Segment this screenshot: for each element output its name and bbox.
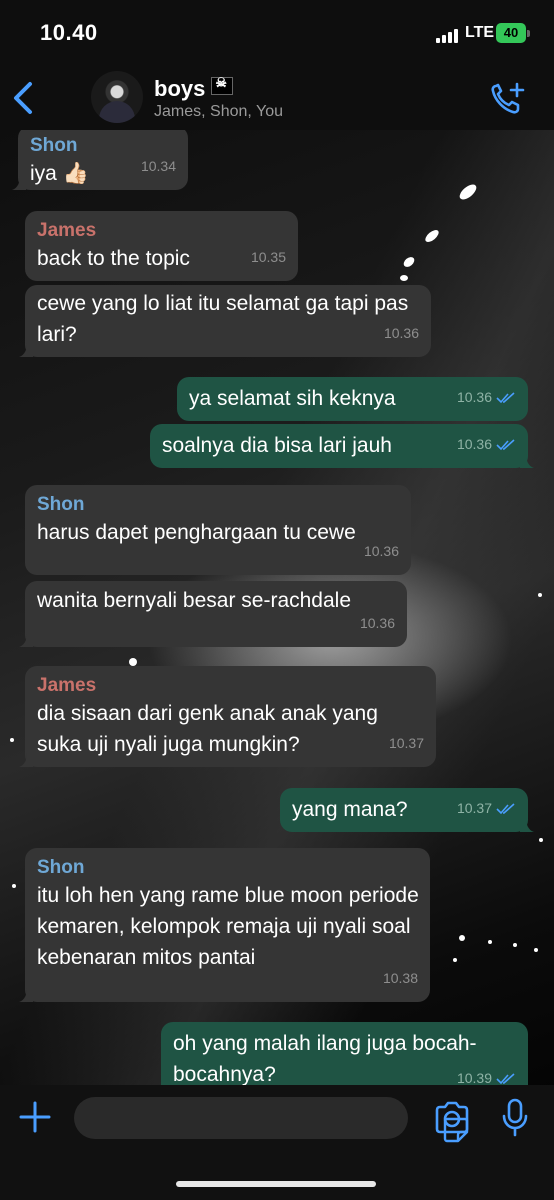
chevron-left-icon[interactable] [10,78,40,118]
microphone-icon[interactable] [500,1098,530,1138]
camera-icon[interactable] [433,1101,471,1135]
message-time: 10.39 [456,1070,492,1085]
bubble-tail [520,454,534,468]
message-time: 10.36 [363,543,399,559]
message-time: 10.35 [250,249,286,265]
message-time: 10.34 [140,158,176,174]
bubble-tail [19,343,33,357]
add-call-icon[interactable] [490,82,526,116]
sender-name: James [37,220,97,241]
status-bar: 10.40 LTE 40 [0,0,554,66]
sender-name: Shon [37,857,85,878]
read-receipt-icon [496,1072,515,1084]
battery-tip [527,30,530,37]
chat-header: boys James, Shon, You [0,66,554,130]
bubble-tail [19,633,33,647]
message-list[interactable]: Shon iya 👍🏻 10.34 James back to the topi… [0,130,554,1085]
message-time: 10.36 [456,389,492,405]
message-text: itu loh hen yang rame blue moon periode … [37,884,419,969]
bubble-tail [19,988,33,1002]
message-time: 10.37 [456,800,492,816]
sender-name: James [37,675,97,696]
network-label: LTE [465,24,495,41]
message-input-container[interactable] [74,1097,469,1143]
message-time: 10.38 [382,970,418,986]
bubble-tail [520,818,534,832]
read-receipt-icon [496,802,515,814]
message-bubble[interactable]: soalnya dia bisa lari jauh 10.36 [150,424,534,468]
bubble-tail [12,176,26,190]
read-receipt-icon [496,391,515,403]
battery-icon: 40 [496,23,526,43]
pirate-flag-icon [211,75,234,95]
message-bubble[interactable]: James back to the topic 10.35 [25,211,298,281]
home-indicator [176,1181,376,1187]
message-input[interactable] [90,1097,364,1141]
message-bubble[interactable]: ya selamat sih keknya 10.36 [177,377,528,421]
message-text: dia sisaan dari genk anak anak yang suka… [37,702,378,756]
message-bubble[interactable]: Shon iya 👍🏻 10.34 [12,130,188,190]
message-text: cewe yang lo liat itu selamat ga tapi pa… [37,292,409,346]
input-bar [0,1085,554,1200]
group-avatar[interactable] [91,71,143,123]
message-bubble[interactable]: wanita bernyali besar se-rachdale 10.36 [19,581,407,647]
message-text: back to the topic [37,247,190,270]
message-bubble[interactable]: cewe yang lo liat itu selamat ga tapi pa… [19,285,431,357]
sender-name: Shon [37,494,85,515]
message-time: 10.37 [388,735,424,751]
message-time: 10.36 [383,325,419,341]
group-title[interactable]: boys [154,75,234,102]
message-bubble[interactable]: James dia sisaan dari genk anak anak yan… [19,666,436,767]
read-receipt-icon [496,438,515,450]
bubble-tail [19,753,33,767]
group-name: boys [154,76,206,101]
status-time: 10.40 [40,20,98,45]
group-members[interactable]: James, Shon, You [154,103,283,121]
message-text: harus dapet penghargaan tu cewe [37,521,356,544]
battery-level: 40 [503,25,519,40]
message-time: 10.36 [359,615,395,631]
message-bubble[interactable]: yang mana? 10.37 [280,788,534,832]
message-bubble[interactable]: oh yang malah ilang juga bocah-bocahnya?… [161,1022,528,1085]
message-bubble[interactable]: Shon harus dapet penghargaan tu cewe 10.… [25,485,411,575]
plus-icon[interactable] [18,1100,52,1134]
signal-icon [436,27,460,43]
message-text: wanita bernyali besar se-rachdale [37,589,352,612]
message-bubble[interactable]: Shon itu loh hen yang rame blue moon per… [19,848,430,1002]
message-time: 10.36 [456,436,492,452]
